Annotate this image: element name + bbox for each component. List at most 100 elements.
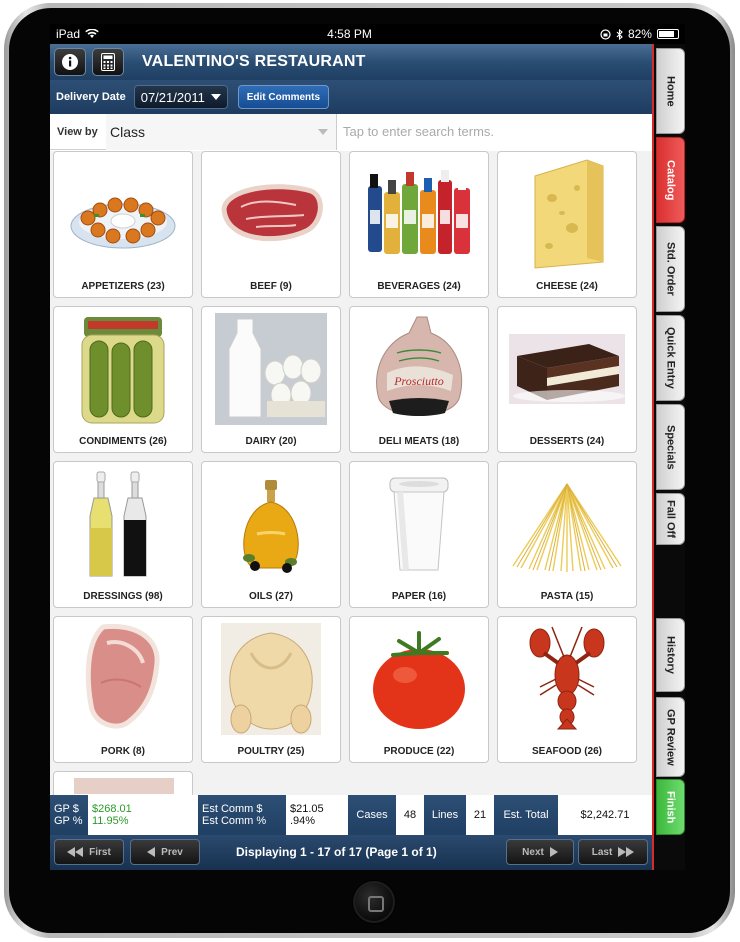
- chevron-down-icon: [210, 94, 221, 100]
- category-label: BEEF (9): [250, 281, 292, 292]
- info-icon: [62, 54, 78, 70]
- category-label: PASTA (15): [540, 591, 594, 602]
- gp-percent-value: 11.95%: [92, 815, 129, 827]
- prev-page-label: Prev: [161, 846, 183, 858]
- category-label: DAIRY (20): [245, 436, 297, 447]
- gp-values: $268.01 11.95%: [88, 795, 198, 835]
- pork-chop-icon: [64, 623, 182, 735]
- tab-home[interactable]: Home: [656, 48, 685, 134]
- category-tile[interactable]: PASTA (15): [497, 461, 637, 608]
- tab-gp-review[interactable]: GP Review: [656, 697, 685, 777]
- next-page-button[interactable]: Next: [506, 839, 574, 865]
- category-tile[interactable]: SEAFOOD (26): [497, 616, 637, 763]
- prev-page-button[interactable]: Prev: [130, 839, 200, 865]
- appetizer-platter-icon: [64, 158, 182, 270]
- category-tile[interactable]: DRESSINGS (98): [53, 461, 193, 608]
- delivery-date-select[interactable]: 07/21/2011: [133, 85, 228, 109]
- ham-icon: Prosciutto: [360, 313, 478, 425]
- category-label: OILS (27): [249, 591, 293, 602]
- category-tile[interactable]: DESSERTS (24): [497, 306, 637, 453]
- est-comm-values: $21.05 .94%: [286, 795, 348, 835]
- tab-quick-entry[interactable]: Quick Entry: [656, 315, 685, 401]
- category-label: DESSERTS (24): [529, 436, 605, 447]
- order-summary-bar: GP $ GP % $268.01 11.95% Est Comm $ Est …: [50, 795, 652, 835]
- first-page-button[interactable]: First: [54, 839, 124, 865]
- est-comm-percent-value: .94%: [290, 815, 316, 827]
- view-by-select[interactable]: Class: [106, 113, 336, 150]
- tab-label: Std. Order: [664, 242, 677, 296]
- partial-tile-icon: [64, 774, 182, 795]
- category-tile[interactable]: OILS (27): [201, 461, 341, 608]
- cases-value: 48: [396, 795, 424, 835]
- pickle-jar-icon: [64, 313, 182, 425]
- category-tile[interactable]: Prosciutto DELI MEATS (18): [349, 306, 489, 453]
- category-tile[interactable]: BEVERAGES (24): [349, 151, 489, 298]
- est-total-value: $2,242.71: [558, 795, 652, 835]
- search-input[interactable]: [336, 113, 652, 150]
- filter-bar: View by Class: [50, 113, 652, 150]
- oil-bottle-icon: [212, 468, 330, 580]
- steak-icon: [212, 158, 330, 270]
- category-grid: APPETIZERS (23) BEEF (9) BEVERAGES (24) CHE…: [50, 151, 652, 795]
- double-chevron-right-icon: [618, 847, 635, 857]
- side-tab-bar: Home Catalog Std. Order Quick Entry Specials…: [652, 44, 685, 870]
- last-page-button[interactable]: Last: [578, 839, 648, 865]
- lines-label: Lines: [431, 809, 459, 821]
- edit-comments-button[interactable]: Edit Comments: [237, 85, 330, 109]
- category-tile[interactable]: DAIRY (20): [201, 306, 341, 453]
- tab-label: Specials: [664, 424, 677, 470]
- category-tile[interactable]: POULTRY (25): [201, 616, 341, 763]
- next-page-label: Next: [522, 846, 544, 858]
- category-label: CONDIMENTS (26): [79, 436, 167, 447]
- delivery-date-value: 07/21/2011: [140, 89, 205, 105]
- bluetooth-icon: [616, 28, 623, 40]
- cheese-wedge-icon: [508, 158, 626, 270]
- double-chevron-left-icon: [67, 847, 84, 857]
- category-tile[interactable]: PAPER (16): [349, 461, 489, 608]
- info-button[interactable]: [54, 48, 86, 76]
- est-comm-dollar-label: Est Comm $: [202, 803, 263, 815]
- home-hardware-button[interactable]: [353, 881, 395, 923]
- tab-std-order[interactable]: Std. Order: [656, 226, 685, 312]
- lines-value: 21: [466, 795, 494, 835]
- category-label: BEVERAGES (24): [377, 281, 461, 292]
- category-tile[interactable]: PORK (8): [53, 616, 193, 763]
- milk-eggs-icon: [212, 313, 330, 425]
- calculator-button[interactable]: [92, 48, 124, 76]
- category-tile[interactable]: BEEF (9): [201, 151, 341, 298]
- battery-percent: 82%: [627, 27, 652, 41]
- tab-finish[interactable]: Finish: [656, 779, 685, 835]
- restaurant-title: VALENTINO'S RESTAURANT: [142, 53, 366, 70]
- first-page-label: First: [89, 846, 111, 858]
- category-tile[interactable]: CONDIMENTS (26): [53, 306, 193, 453]
- cake-icon: [508, 313, 626, 425]
- lobster-icon: [508, 623, 626, 735]
- category-label: PAPER (16): [391, 591, 447, 602]
- chevron-down-icon: [318, 128, 328, 135]
- tab-specials[interactable]: Specials: [656, 404, 685, 490]
- gp-dollar-label: GP $: [54, 803, 79, 815]
- tab-label: Quick Entry: [664, 327, 677, 389]
- app-header: VALENTINO'S RESTAURANT: [50, 44, 652, 80]
- delivery-bar: Delivery Date 07/21/2011 Edit Comments: [50, 80, 652, 114]
- category-tile[interactable]: APPETIZERS (23): [53, 151, 193, 298]
- category-tile[interactable]: CHEESE (24): [497, 151, 637, 298]
- tab-label: History: [664, 636, 677, 674]
- category-tile[interactable]: PRODUCE (22): [349, 616, 489, 763]
- cruet-bottles-icon: [64, 468, 182, 580]
- category-label: SEAFOOD (26): [531, 746, 602, 757]
- tab-history[interactable]: History: [656, 618, 685, 692]
- svg-text:Prosciutto: Prosciutto: [393, 374, 444, 388]
- est-comm-labels: Est Comm $ Est Comm %: [198, 795, 286, 835]
- tab-catalog[interactable]: Catalog: [656, 137, 685, 223]
- tab-label: Finish: [664, 790, 677, 824]
- tab-label: Fall Off: [664, 500, 677, 538]
- delivery-date-label: Delivery Date: [56, 91, 126, 103]
- tab-fall-off[interactable]: Fall Off: [656, 493, 685, 545]
- category-tile[interactable]: [53, 771, 193, 795]
- gp-percent-label: GP %: [54, 815, 83, 827]
- category-label: PRODUCE (22): [383, 746, 455, 757]
- category-label: POULTRY (25): [237, 746, 305, 757]
- clock: 4:58 PM: [327, 27, 372, 41]
- gp-labels: GP $ GP %: [50, 795, 88, 835]
